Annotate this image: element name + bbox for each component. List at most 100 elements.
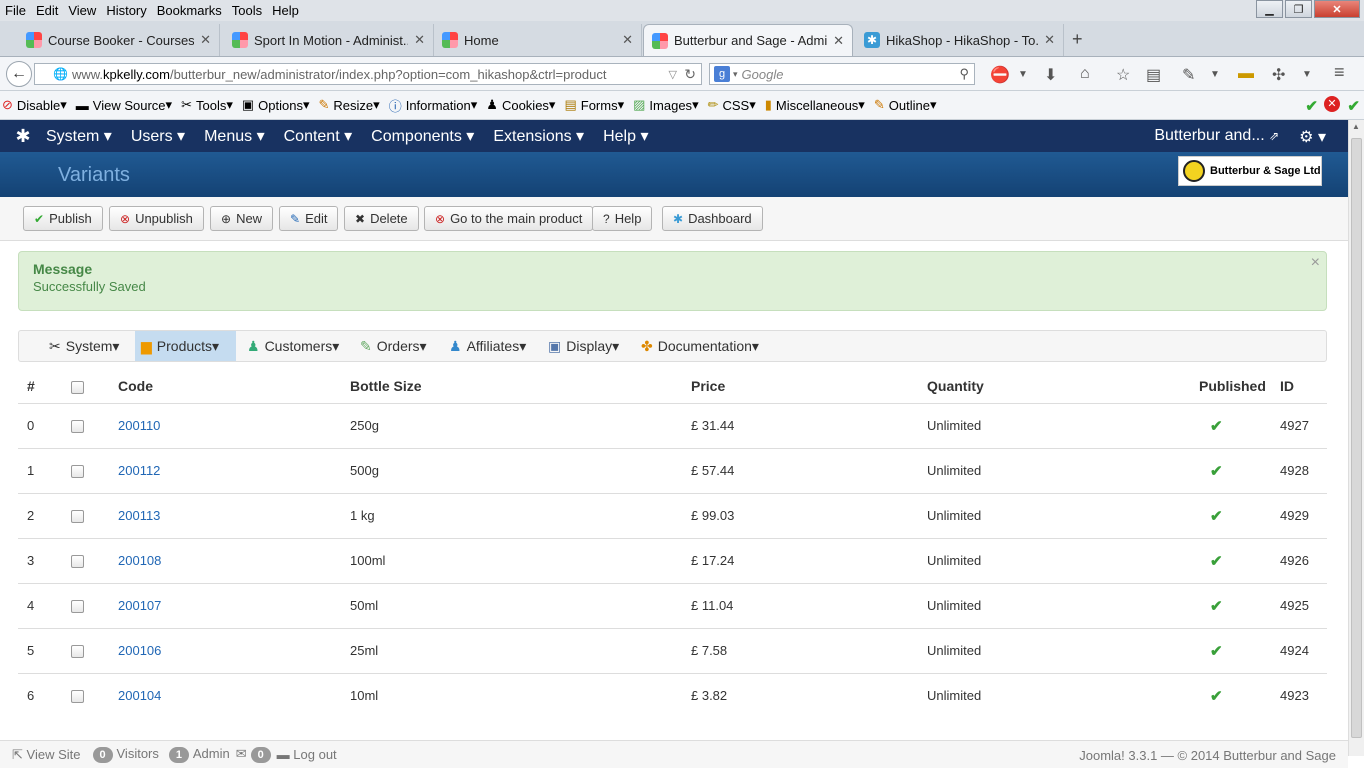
menu-history[interactable]: History <box>101 3 151 18</box>
devbar-disable[interactable]: ⊘ Disable ▾ <box>2 97 67 113</box>
validation-ok-icon[interactable]: ✔ <box>1347 97 1360 115</box>
devbar-forms[interactable]: ▤ Forms ▾ <box>564 97 624 113</box>
menu-view[interactable]: View <box>63 3 101 18</box>
row-checkbox[interactable] <box>71 600 84 614</box>
row-select[interactable] <box>62 627 109 673</box>
menu-edit[interactable]: Edit <box>31 3 63 18</box>
unpublish-button[interactable]: ⊗ Unpublish <box>109 206 204 231</box>
nav-extensions[interactable]: Extensions ▾ <box>493 126 584 146</box>
nav-components[interactable]: Components ▾ <box>371 126 474 146</box>
product-code-link[interactable]: 200108 <box>109 537 341 583</box>
addon-dropdown-icon[interactable]: ▼ <box>1018 69 1028 80</box>
nav-help[interactable]: Help ▾ <box>603 126 648 146</box>
devtools-icon[interactable]: ✎ <box>1182 65 1195 85</box>
published-check-icon[interactable]: ✔ <box>1210 688 1223 705</box>
published-check-icon[interactable]: ✔ <box>1210 553 1223 570</box>
published-toggle[interactable]: ✔ <box>1190 537 1271 583</box>
nav-system[interactable]: System ▾ <box>46 126 112 146</box>
firebug-dropdown-icon[interactable]: ▼ <box>1302 69 1312 80</box>
hamburger-menu-icon[interactable]: ≡ <box>1334 62 1345 83</box>
search-box[interactable]: g ▾ Google ⚲ <box>709 63 975 85</box>
product-code-link[interactable]: 200107 <box>109 582 341 628</box>
menu-tools[interactable]: Tools <box>227 3 267 18</box>
col-quantity[interactable]: Quantity <box>918 370 1190 404</box>
firebug-icon[interactable]: ✣ <box>1272 65 1285 85</box>
nav-content[interactable]: Content ▾ <box>284 126 353 146</box>
engine-dropdown-icon[interactable]: ▾ <box>733 69 738 80</box>
delete-button[interactable]: ✖ Delete <box>344 206 419 231</box>
maximize-button[interactable]: ❐ <box>1285 0 1312 18</box>
devbar-css[interactable]: ✏ CSS ▾ <box>708 97 756 113</box>
published-toggle[interactable]: ✔ <box>1190 447 1271 493</box>
devbar-resize[interactable]: ✎ Resize ▾ <box>319 97 380 113</box>
row-checkbox[interactable] <box>71 645 84 659</box>
tab-sport-in-motion[interactable]: Sport In Motion - Administ... ✕ <box>224 24 434 56</box>
validation-error-icon[interactable]: ✕ <box>1324 96 1340 112</box>
tab-close-icon[interactable]: ✕ <box>833 33 844 49</box>
published-check-icon[interactable]: ✔ <box>1210 508 1223 525</box>
row-checkbox[interactable] <box>71 420 84 434</box>
home-icon[interactable]: ⌂ <box>1080 65 1090 83</box>
new-button[interactable]: ⊕ New <box>210 206 274 231</box>
devbar-view-source[interactable]: ▬ View Source ▾ <box>76 97 172 113</box>
nav-users[interactable]: Users ▾ <box>131 126 185 146</box>
row-checkbox[interactable] <box>71 465 84 479</box>
close-icon[interactable]: × <box>1311 254 1320 272</box>
messages-status[interactable]: ✉ 0 <box>236 746 275 763</box>
col-price[interactable]: Price <box>682 370 918 404</box>
published-toggle[interactable]: ✔ <box>1190 582 1271 628</box>
joomla-logo-icon[interactable]: ✱ <box>0 126 46 147</box>
back-button[interactable]: ← <box>6 61 32 87</box>
col-id[interactable]: ID <box>1271 370 1327 404</box>
devbar-tools[interactable]: ✂ Tools ▾ <box>181 97 233 113</box>
product-code-link[interactable]: 200106 <box>109 627 341 673</box>
col-bottle-size[interactable]: Bottle Size <box>341 370 682 404</box>
download-icon[interactable]: ⬇ <box>1044 65 1057 85</box>
site-name-link[interactable]: Butterbur and... ⇗ <box>1154 127 1279 147</box>
hika-menu-affiliates[interactable]: ♟ Affiliates ▾ <box>443 331 532 361</box>
published-check-icon[interactable]: ✔ <box>1210 643 1223 660</box>
row-select[interactable] <box>62 672 109 718</box>
devtools-dropdown-icon[interactable]: ▼ <box>1210 69 1220 80</box>
row-select[interactable] <box>62 492 109 538</box>
publish-button[interactable]: ✔ Publish <box>23 206 103 231</box>
published-toggle[interactable]: ✔ <box>1190 492 1271 538</box>
product-code-link[interactable]: 200104 <box>109 672 341 718</box>
col-select-all[interactable] <box>62 370 109 404</box>
nav-menus[interactable]: Menus ▾ <box>204 126 265 146</box>
bookmarks-list-icon[interactable]: ▤ <box>1146 65 1161 85</box>
reload-icon[interactable]: ↻ <box>684 66 696 83</box>
devbar-cookies[interactable]: ♟ Cookies ▾ <box>486 97 555 113</box>
published-toggle[interactable]: ✔ <box>1190 402 1271 448</box>
devbar-outline[interactable]: ✎ Outline ▾ <box>874 97 937 113</box>
product-code-link[interactable]: 200112 <box>109 447 341 493</box>
new-tab-icon[interactable]: + <box>1072 29 1083 50</box>
published-check-icon[interactable]: ✔ <box>1210 463 1223 480</box>
row-select[interactable] <box>62 402 109 448</box>
minimize-button[interactable]: ▁ <box>1256 0 1283 18</box>
tab-course-booker[interactable]: Course Booker - Courses ✕ <box>18 24 220 56</box>
product-code-link[interactable]: 200110 <box>109 402 341 448</box>
view-site-link[interactable]: ⇱ View Site <box>12 747 81 763</box>
hika-menu-documentation[interactable]: ✤ Documentation ▾ <box>635 331 765 361</box>
published-check-icon[interactable]: ✔ <box>1210 598 1223 615</box>
addon-blocker-icon[interactable]: ⛔ <box>990 65 1010 85</box>
published-toggle[interactable]: ✔ <box>1190 627 1271 673</box>
tab-close-icon[interactable]: ✕ <box>1044 32 1055 48</box>
tab-hikashop[interactable]: ✱ HikaShop - HikaShop - To... ✕ <box>856 24 1064 56</box>
published-check-icon[interactable]: ✔ <box>1210 418 1223 435</box>
menu-bookmarks[interactable]: Bookmarks <box>152 3 227 18</box>
tab-home[interactable]: Home ✕ <box>434 24 642 56</box>
addon-icon[interactable]: ▬ <box>1238 65 1254 83</box>
row-checkbox[interactable] <box>71 510 84 524</box>
row-select[interactable] <box>62 447 109 493</box>
devbar-information[interactable]: ⓘ Information ▾ <box>389 96 478 115</box>
devbar-options[interactable]: ▣ Options ▾ <box>242 97 310 113</box>
scroll-up-icon[interactable]: ▲ <box>1352 122 1360 131</box>
hika-menu-products[interactable]: ▆ Products ▾ <box>135 331 236 361</box>
col-code[interactable]: Code <box>109 370 341 404</box>
scrollbar-thumb[interactable] <box>1351 138 1362 738</box>
go-to-main-product-button[interactable]: ⊗ Go to the main product <box>424 206 594 231</box>
row-checkbox[interactable] <box>71 555 84 569</box>
edit-button[interactable]: ✎ Edit <box>279 206 339 231</box>
